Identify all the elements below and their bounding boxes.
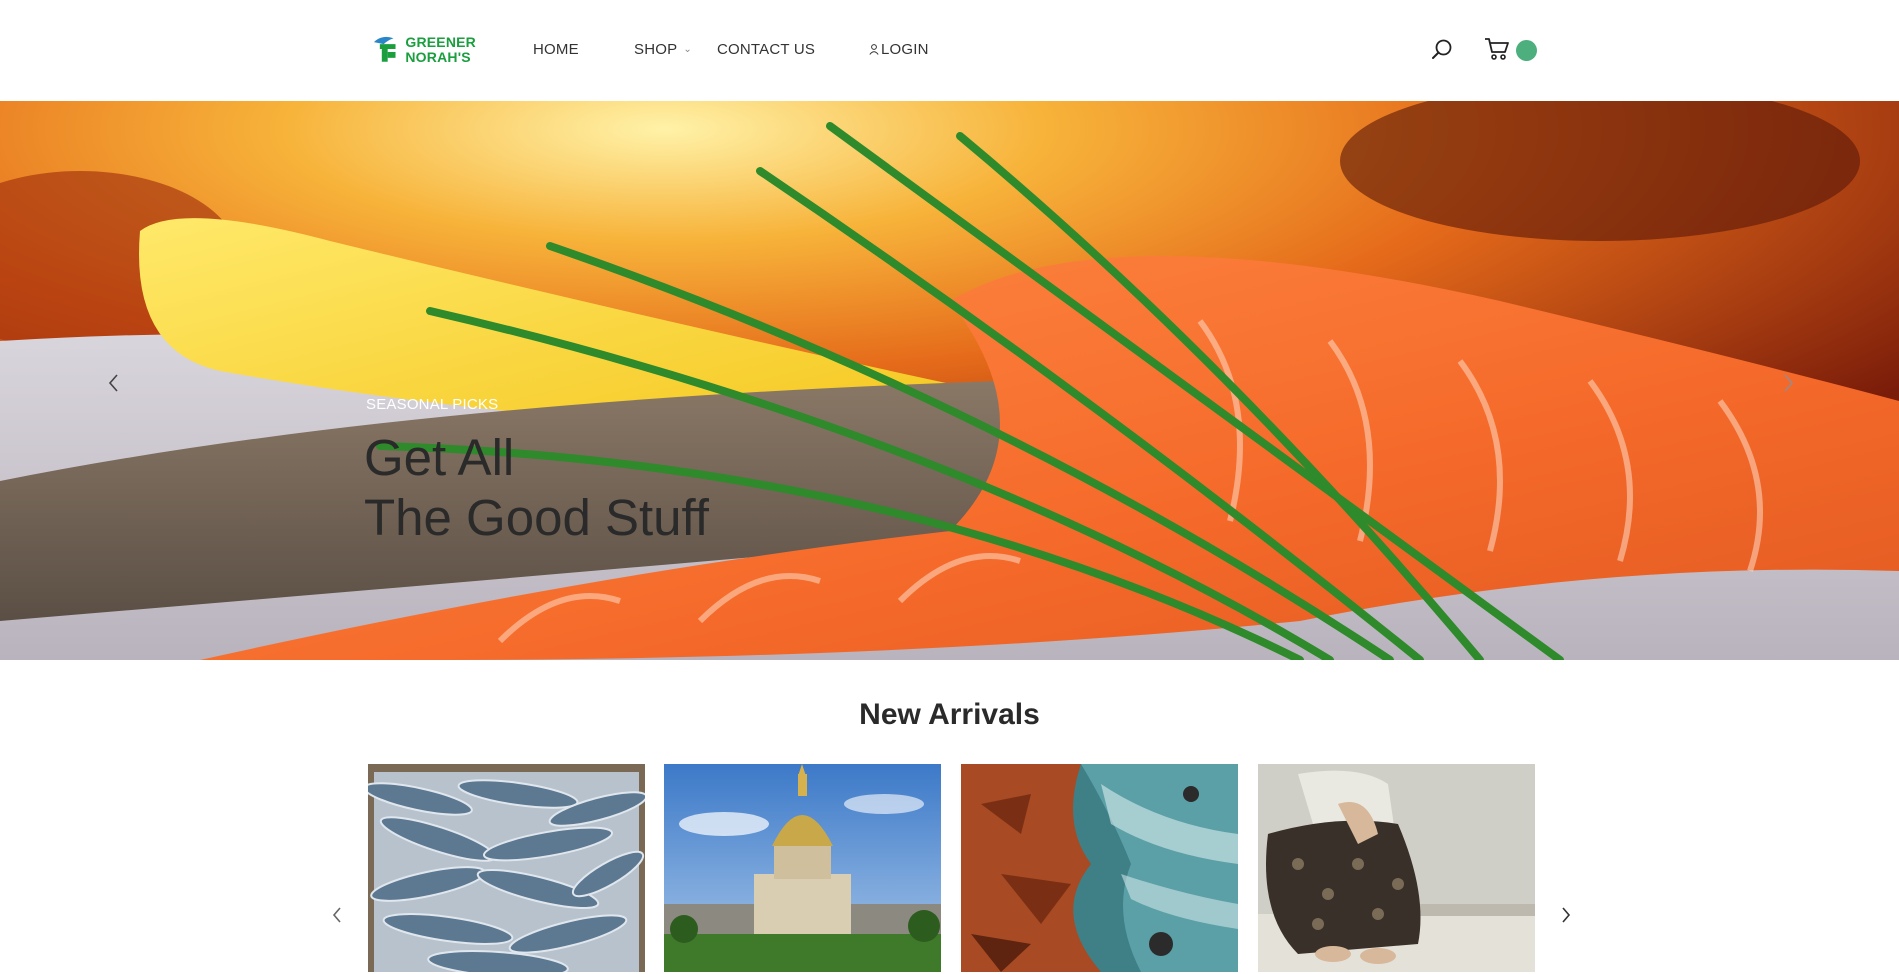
hero-subtitle: SEASONAL PICKS [366,396,499,413]
nav-home[interactable]: HOME [533,41,579,58]
product-image [1258,764,1535,972]
new-arrivals-title: New Arrivals [859,698,1040,731]
hero-title-line-1: Get All [364,429,515,486]
product-card-person[interactable] [1258,764,1535,972]
chevron-down-icon: ⌄ [683,44,692,55]
product-card-fish[interactable] [368,764,645,972]
hero-title-line-2: The Good Stuff [364,489,709,546]
nav-login[interactable]: LOGIN [869,41,929,58]
search-icon[interactable] [1431,38,1453,60]
user-icon [869,44,879,55]
product-image [961,764,1238,972]
cart-icon[interactable] [1484,37,1510,61]
arrivals-next-chevron-right-icon[interactable] [1558,904,1574,926]
brand-line-1: GREENER [405,34,476,50]
nav-contact[interactable]: CONTACT US [717,41,815,58]
new-arrivals-carousel [368,764,1535,972]
logo-mark-icon [373,36,396,62]
hero-slider: SEASONAL PICKS Get All The Good Stuff [0,101,1899,660]
nav-login-label: LOGIN [881,41,929,58]
hero-prev-chevron-left-icon[interactable] [104,372,124,394]
arrivals-prev-chevron-left-icon[interactable] [329,904,345,926]
brand-name: GREENER NORAH'S [405,35,476,65]
product-card-dome[interactable] [664,764,941,972]
brand-logo[interactable]: GREENER NORAH'S [372,30,476,70]
hero-next-chevron-right-icon[interactable] [1778,372,1798,394]
brand-line-2: NORAH'S [405,49,471,65]
site-header: GREENER NORAH'S HOME SHOP ⌄ CONTACT US LO… [0,0,1899,100]
product-card-coast[interactable] [961,764,1238,972]
nav-shop-label: SHOP [634,41,678,58]
nav-home-label: HOME [533,41,579,58]
hero-image [0,101,1899,660]
product-image [368,764,645,972]
nav-shop[interactable]: SHOP ⌄ [634,41,692,58]
hero-title: Get All The Good Stuff [364,428,709,548]
nav-contact-label: CONTACT US [717,41,816,58]
product-image [664,764,941,972]
cart-count-badge[interactable] [1516,40,1537,61]
